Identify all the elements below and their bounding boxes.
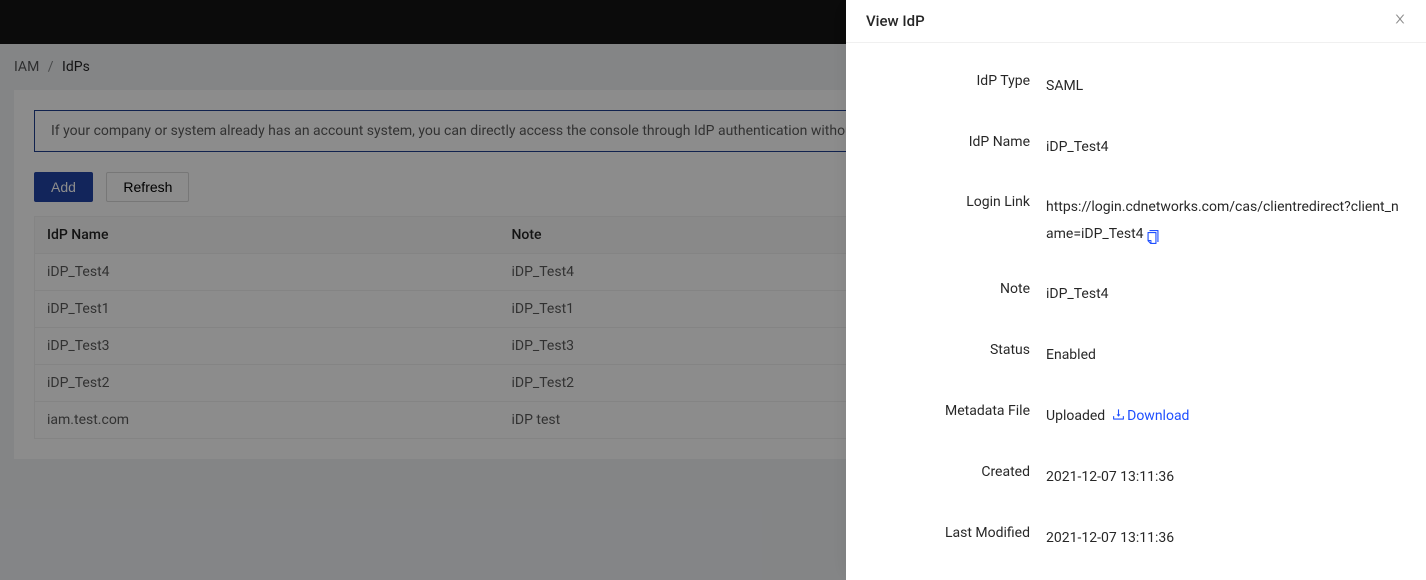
download-icon xyxy=(1112,404,1125,431)
field-label: Note xyxy=(866,281,1046,297)
field-label: Status xyxy=(866,342,1046,358)
field-login-link: Login Link https://login.cdnetworks.com/… xyxy=(866,194,1406,247)
field-value: Uploaded Download xyxy=(1046,403,1406,431)
field-created: Created 2021-12-07 13:11:36 xyxy=(866,464,1406,491)
field-status: Status Enabled xyxy=(866,342,1406,369)
field-idp-type: IdP Type SAML xyxy=(866,73,1406,100)
drawer-body: IdP Type SAML IdP Name iDP_Test4 Login L… xyxy=(846,43,1426,580)
field-value: iDP_Test4 xyxy=(1046,281,1406,308)
field-value: 2021-12-07 13:11:36 xyxy=(1046,525,1406,552)
field-value: SAML xyxy=(1046,73,1406,100)
field-idp-name: IdP Name iDP_Test4 xyxy=(866,134,1406,161)
copy-icon[interactable] xyxy=(1146,227,1160,241)
field-label: Created xyxy=(866,464,1046,480)
field-value: https://login.cdnetworks.com/cas/clientr… xyxy=(1046,194,1406,247)
close-icon[interactable] xyxy=(1394,13,1406,29)
field-value: iDP_Test4 xyxy=(1046,134,1406,161)
login-link-text: https://login.cdnetworks.com/cas/clientr… xyxy=(1046,199,1399,242)
field-metadata: Metadata File Uploaded Download xyxy=(866,403,1406,431)
field-value: 2021-12-07 13:11:36 xyxy=(1046,464,1406,491)
view-idp-drawer: View IdP IdP Type SAML IdP Name iDP_Test… xyxy=(846,0,1426,580)
field-note: Note iDP_Test4 xyxy=(866,281,1406,308)
field-modified: Last Modified 2021-12-07 13:11:36 xyxy=(866,525,1406,552)
field-label: IdP Name xyxy=(866,134,1046,150)
download-link[interactable]: Download xyxy=(1112,408,1189,424)
field-label: Last Modified xyxy=(866,525,1046,541)
metadata-status: Uploaded xyxy=(1046,408,1105,424)
field-label: Metadata File xyxy=(866,403,1046,419)
field-value: Enabled xyxy=(1046,342,1406,369)
drawer-title: View IdP xyxy=(866,12,925,30)
field-label: IdP Type xyxy=(866,73,1046,89)
drawer-header: View IdP xyxy=(846,0,1426,43)
download-label: Download xyxy=(1127,408,1189,424)
field-label: Login Link xyxy=(866,194,1046,210)
